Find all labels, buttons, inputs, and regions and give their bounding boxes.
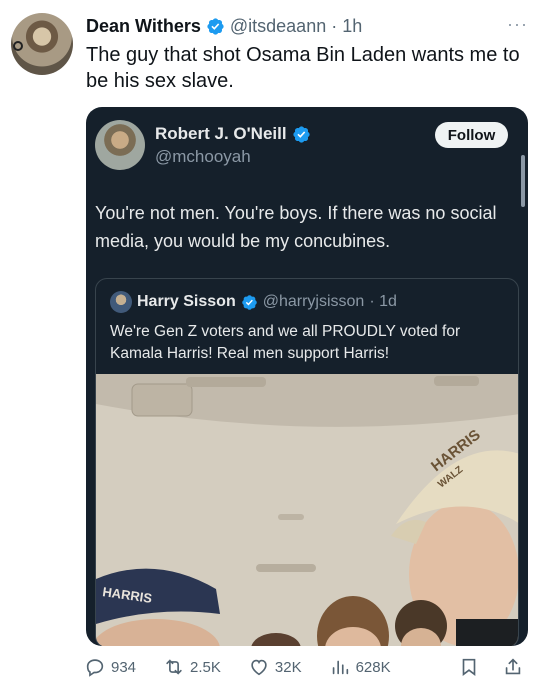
author-handle[interactable]: @itsdeaann <box>230 16 326 37</box>
tweet-text: The guy that shot Osama Bin Laden wants … <box>86 44 520 92</box>
share-icon <box>505 658 521 675</box>
share-button[interactable] <box>502 656 524 678</box>
action-bar: 934 2.5K 32K 628K <box>84 654 524 680</box>
quoted-author-name-row: Robert J. O'Neill <box>155 124 311 144</box>
quoted-author-handle[interactable]: @mchooyah <box>155 147 251 167</box>
nested-author-handle[interactable]: @harryjsisson <box>263 293 365 311</box>
like-button[interactable]: 32K <box>248 656 302 678</box>
verified-badge-icon <box>241 294 257 310</box>
quoted-author-name[interactable]: Robert J. O'Neill <box>155 124 287 144</box>
attached-photo[interactable]: HARRIS WALZ HARRIS <box>96 374 518 646</box>
quoted-tweet-text: You're not men. You're boys. If there wa… <box>95 203 497 251</box>
repost-button[interactable]: 2.5K <box>163 656 221 678</box>
view-count: 628K <box>355 658 391 676</box>
repost-count: 2.5K <box>190 658 221 676</box>
tweet: Dean Withers @itsdeaann · 1h ··· The guy… <box>0 0 540 694</box>
reply-icon <box>86 659 104 677</box>
views-button[interactable]: 628K <box>329 656 391 678</box>
reply-count: 934 <box>111 658 137 676</box>
scrollbar[interactable] <box>521 155 525 207</box>
heart-icon <box>251 659 267 676</box>
tweet-header: Dean Withers @itsdeaann · 1h ··· <box>86 14 528 38</box>
nested-author-name[interactable]: Harry Sisson <box>137 293 236 311</box>
car-selfie-illustration: HARRIS WALZ HARRIS <box>96 374 518 646</box>
analytics-icon <box>332 660 348 675</box>
more-options-icon[interactable]: ··· <box>507 14 528 35</box>
nested-author-avatar[interactable] <box>110 291 132 313</box>
author-avatar[interactable] <box>11 13 73 75</box>
quoted-author-avatar[interactable] <box>95 120 145 170</box>
nested-quoted-tweet[interactable]: Harry Sisson @harryjsisson · 1d We're Ge… <box>95 278 519 646</box>
nested-quote-text: We're Gen Z voters and we all PROUDLY vo… <box>110 323 461 362</box>
nested-quote-header: Harry Sisson @harryjsisson · 1d <box>110 291 397 313</box>
verified-badge-icon <box>292 125 310 143</box>
bookmark-button[interactable] <box>458 656 480 678</box>
reply-button[interactable]: 934 <box>84 656 136 678</box>
quoted-tweet[interactable]: Robert J. O'Neill @mchooyah Follow You'r… <box>86 107 528 646</box>
bookmark-icon <box>462 658 476 676</box>
like-count: 32K <box>274 658 302 676</box>
follow-button[interactable]: Follow <box>435 122 508 148</box>
verified-badge-icon <box>207 17 224 35</box>
nested-tweet-time[interactable]: · 1d <box>369 293 397 311</box>
tweet-time[interactable]: · 1h <box>331 16 362 37</box>
repost-icon <box>166 659 182 675</box>
author-name[interactable]: Dean Withers <box>86 16 201 37</box>
